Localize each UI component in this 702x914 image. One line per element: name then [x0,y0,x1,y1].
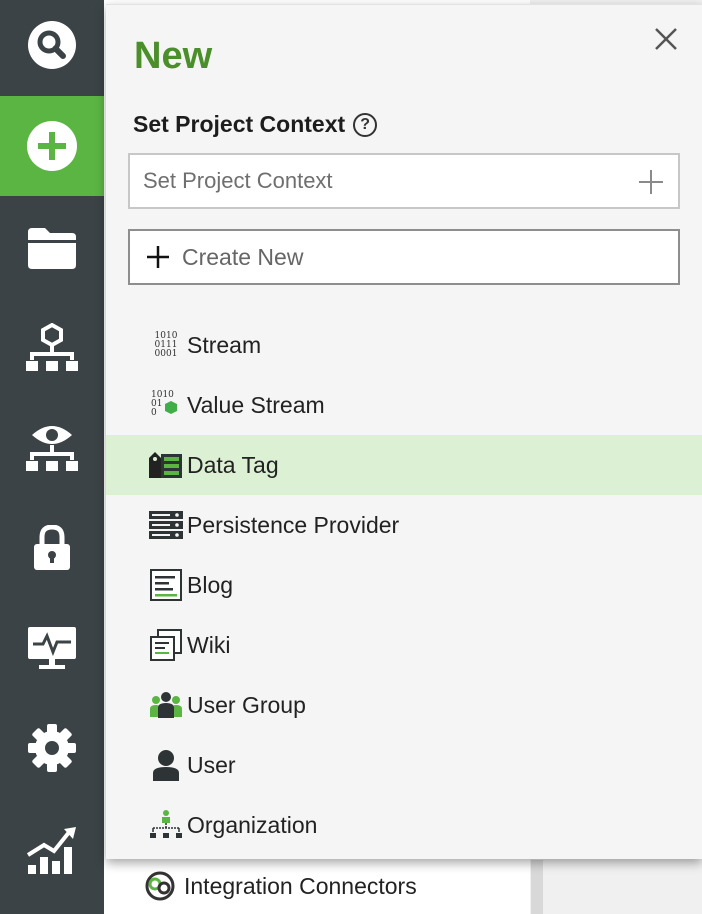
menu-item-label: Stream [187,331,262,358]
project-context-label: Set Project Context [133,111,346,137]
menu-item-wiki[interactable]: Wiki [106,615,702,675]
project-context-input[interactable]: Set Project Context [128,153,680,209]
user-icon [149,748,183,782]
menu-item-user-group[interactable]: User Group [106,675,702,735]
menu-item-label: Value Stream [187,391,325,418]
monitor-pulse-icon [28,627,76,669]
lock-icon [34,525,70,570]
create-new-label: Create New [182,243,304,270]
nav-security[interactable] [0,498,104,598]
project-context-placeholder: Set Project Context [143,168,333,193]
menu-item-label: Wiki [187,631,231,658]
menu-item-label: Organization [187,811,318,838]
nav-settings[interactable] [0,698,104,798]
panel-title: New [134,35,213,77]
nav-observe[interactable] [0,398,104,498]
hierarchy-icon [26,323,78,371]
menu-item-label: User [187,751,236,778]
nav-analytics[interactable] [0,800,104,900]
blog-icon [149,568,183,602]
svg-text:0: 0 [151,408,157,418]
background-scrollbar[interactable] [531,860,543,914]
menu-item-user[interactable]: User [106,735,702,795]
menu-item-organization[interactable]: Organization [106,795,702,855]
menu-item-blog[interactable]: Blog [106,555,702,615]
menu-item-stream[interactable]: 1010 0111 0001 Stream [106,315,702,375]
nav-search[interactable] [0,0,104,95]
background-item-integration-connectors[interactable]: Integration Connectors [144,868,417,904]
project-context-heading: Set Project Context ? [133,111,378,138]
wiki-icon [149,628,183,662]
integration-connector-icon [145,871,175,901]
server-icon [149,508,183,542]
add-context-icon[interactable] [638,169,664,195]
add-circle-icon [27,121,77,171]
menu-item-label: Blog [187,571,234,598]
nav-projects[interactable] [0,198,104,298]
menu-item-label: User Group [187,691,306,718]
menu-item-label: Persistence Provider [187,511,400,538]
create-new-button[interactable]: Create New [128,229,680,285]
help-icon[interactable]: ? [353,112,378,137]
binary-stream-icon: 1010 0111 0001 [154,330,178,359]
gear-icon [28,724,76,772]
folder-icon [28,228,76,269]
nav-monitoring[interactable] [0,598,104,698]
chart-trend-icon [26,827,76,874]
background-item-label: Integration Connectors [184,872,417,899]
nav-new[interactable] [0,96,104,196]
side-nav-rail [0,0,104,914]
value-stream-icon: 1010 01 0 [149,388,183,422]
user-group-icon [149,688,183,722]
eye-hierarchy-icon [26,426,78,471]
menu-item-data-tag[interactable]: Data Tag [106,435,702,495]
new-item-panel: New Set Project Context ? Set Project Co… [106,4,702,859]
close-icon [655,28,677,50]
organization-icon [149,808,183,842]
new-item-menu: 1010 0111 0001 Stream 1010 01 0 Value Stre… [106,315,702,855]
close-button[interactable] [652,25,680,53]
menu-item-persistence-provider[interactable]: Persistence Provider [106,495,702,555]
menu-item-value-stream[interactable]: 1010 01 0 Value Stream [106,375,702,435]
nav-structure[interactable] [0,298,104,398]
search-icon [28,21,76,69]
menu-item-label: Data Tag [187,451,279,478]
plus-icon [147,246,169,268]
data-tag-icon [149,448,183,482]
